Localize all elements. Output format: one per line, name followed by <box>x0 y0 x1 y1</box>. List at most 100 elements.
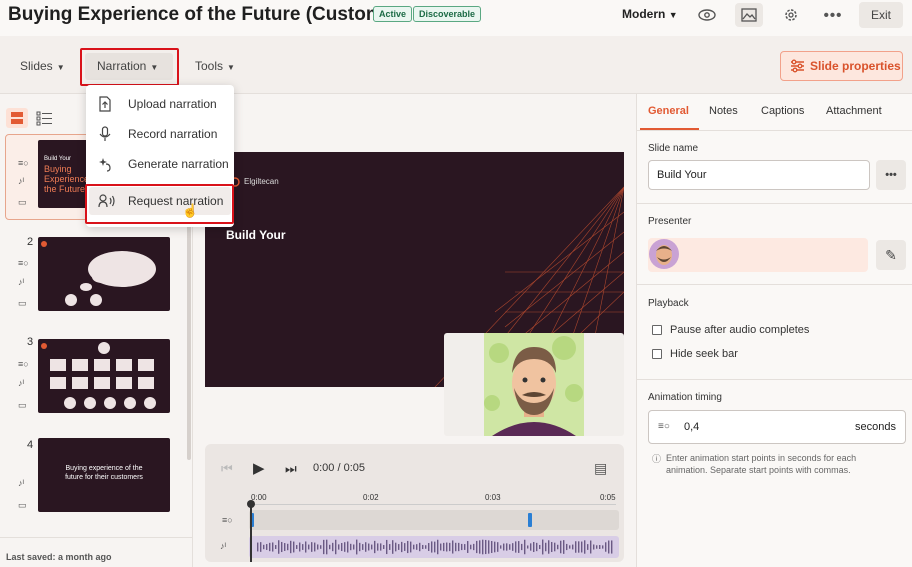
waveform-bar <box>575 541 577 553</box>
waveform-bar <box>362 544 364 550</box>
audio-icon: ♪ᴵ <box>18 176 25 186</box>
animation-marker[interactable] <box>528 513 532 527</box>
animation-timing-field[interactable]: ≡○ 0,4 seconds <box>648 410 906 444</box>
animation-track[interactable] <box>249 510 619 530</box>
waveform-bar <box>503 543 505 551</box>
animation-icon: ≡○ <box>18 258 29 268</box>
list-view-icon[interactable] <box>34 108 56 128</box>
audio-waveform-track[interactable] <box>249 536 619 558</box>
theme-selector[interactable]: Modern ▼ <box>622 7 678 21</box>
divider <box>0 537 193 538</box>
waveform-bar <box>455 542 457 552</box>
waveform-bar <box>299 542 301 552</box>
grid-view-icon[interactable] <box>6 108 28 128</box>
waveform-bar <box>383 545 385 549</box>
top-bar: Buying Experience of the Future (Custom … <box>0 0 912 36</box>
tick-label: 0:05 <box>600 493 616 502</box>
tools-menu[interactable]: Tools ▼ <box>195 59 235 73</box>
skip-forward-icon[interactable]: ⏭ <box>285 461 297 477</box>
waveform-bar <box>431 541 433 553</box>
waveform-bar <box>350 543 352 551</box>
waveform-bar <box>329 544 331 550</box>
waveform-bar <box>398 544 400 550</box>
presenter-field[interactable] <box>648 238 868 272</box>
pause-after-audio-checkbox[interactable] <box>652 325 662 335</box>
waveform-bar <box>530 543 532 551</box>
waveform-bar <box>332 542 334 552</box>
waveform-bar <box>284 543 286 551</box>
comment-icon: ▭ <box>18 197 27 207</box>
tab-general[interactable]: General <box>648 105 689 117</box>
slide-thumbnail-2[interactable] <box>38 237 170 311</box>
presenter-label: Presenter <box>648 216 692 227</box>
waveform-bar <box>392 540 394 554</box>
chevron-down-icon: ▼ <box>227 63 235 72</box>
playhead[interactable] <box>250 502 252 562</box>
preview-eye-icon[interactable] <box>693 3 721 27</box>
slide-thumbnail-4[interactable]: Buying experience of the future for thei… <box>38 438 170 512</box>
waveform-bar <box>347 541 349 553</box>
waveform-bar <box>272 542 274 552</box>
tab-notes[interactable]: Notes <box>709 105 738 117</box>
menu-item-generate-narration[interactable]: Generate narration <box>86 150 234 178</box>
play-icon[interactable]: ▶ <box>253 459 265 477</box>
tab-captions[interactable]: Captions <box>761 105 804 117</box>
waveform-bar <box>401 541 403 553</box>
waveform-bar <box>515 541 517 553</box>
audio-icon: ♪ᴵ <box>18 277 25 287</box>
waveform-bar <box>374 540 376 554</box>
waveform-bar <box>518 541 520 553</box>
settings-gear-icon[interactable] <box>777 3 805 27</box>
waveform-bar <box>452 540 454 554</box>
captions-icon[interactable]: ▤ <box>594 460 607 477</box>
waveform-bar <box>596 545 598 549</box>
menu-item-record-narration[interactable]: Record narration <box>86 120 234 148</box>
waveform-bar <box>266 544 268 550</box>
playback-label: Playback <box>648 298 689 309</box>
presenter-video[interactable] <box>444 333 624 436</box>
waveform-bar <box>296 545 298 549</box>
generate-voice-icon <box>98 156 116 172</box>
waveform-bar <box>605 542 607 552</box>
playhead-handle[interactable] <box>247 500 255 508</box>
slide-name-field[interactable]: Build Your <box>648 160 870 190</box>
slide-number: 2 <box>27 236 34 248</box>
waveform-bar <box>425 545 427 549</box>
waveform-bar <box>509 544 511 550</box>
hide-seek-bar-checkbox[interactable] <box>652 349 662 359</box>
canvas-heading[interactable]: Build Your <box>226 228 286 242</box>
exit-button[interactable]: Exit <box>859 2 903 28</box>
waveform-bar <box>590 540 592 554</box>
waveform-bar <box>488 540 490 554</box>
waveform-bar <box>527 545 529 549</box>
slide-number: 4 <box>27 439 34 451</box>
comment-icon: ▭ <box>18 400 27 410</box>
waveform-bar <box>506 543 508 551</box>
waveform-bar <box>593 544 595 550</box>
waveform-bar <box>566 543 568 551</box>
audio-icon: ♪ᴵ <box>18 478 25 488</box>
tab-attachment[interactable]: Attachment <box>826 105 882 117</box>
waveform-bar <box>569 545 571 549</box>
menu-item-upload-narration[interactable]: Upload narration <box>86 90 234 118</box>
media-image-icon[interactable] <box>735 3 763 27</box>
more-options-icon[interactable]: ••• <box>876 160 906 190</box>
waveform-bar <box>308 544 310 550</box>
animation-icon: ≡○ <box>18 359 29 369</box>
edit-pencil-icon[interactable]: ✎ <box>876 240 906 270</box>
waveform-bar <box>338 544 340 550</box>
menu-item-label: Generate narration <box>128 157 229 171</box>
waveform-bar <box>476 540 478 554</box>
skip-back-icon[interactable]: ⏮ <box>221 461 233 477</box>
divider <box>636 130 912 131</box>
slide-number: 3 <box>27 336 34 348</box>
more-options-icon[interactable]: ••• <box>819 3 847 27</box>
slides-menu[interactable]: Slides ▼ <box>20 59 65 73</box>
waveform-bar <box>278 540 280 554</box>
slide-thumbnail-3[interactable] <box>38 339 170 413</box>
upload-file-icon <box>98 96 116 112</box>
audio-icon: ♪ᴵ <box>18 378 25 388</box>
divider <box>636 379 912 380</box>
waveform-icon <box>257 539 613 555</box>
slide-properties-button[interactable]: Slide properties <box>780 51 903 81</box>
